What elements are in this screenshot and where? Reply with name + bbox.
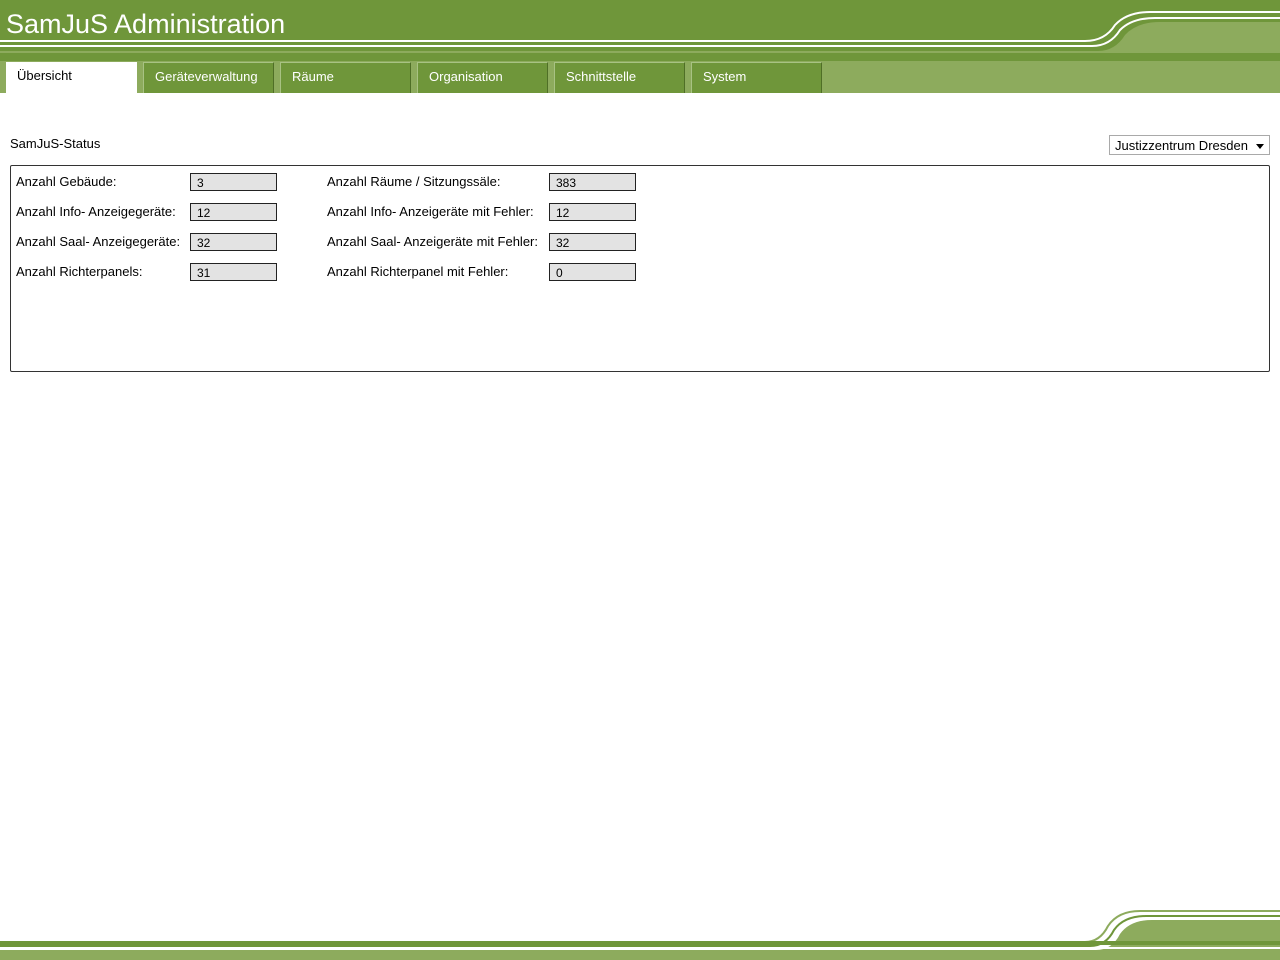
stat-label-richterpanels: Anzahl Richterpanels: [16,264,143,279]
stat-field-info-fehler: 12 [549,203,636,221]
chevron-down-icon [1256,144,1264,149]
tab-organisation[interactable]: Organisation [417,62,548,93]
stat-label-info-geraete: Anzahl Info- Anzeigegeräte: [16,204,176,219]
section-title: SamJuS-Status [10,136,101,151]
stat-label-saal-geraete: Anzahl Saal- Anzeigegeräte: [16,234,181,249]
tab-system[interactable]: System [691,62,822,93]
tab-raeume[interactable]: Räume [280,62,411,93]
stat-field-info-geraete: 12 [190,203,277,221]
tab-geraeteverwaltung[interactable]: Geräteverwaltung [143,62,274,93]
stat-label-gebaeude: Anzahl Gebäude: [16,174,117,189]
stat-label-info-fehler: Anzahl Info- Anzeigeräte mit Fehler: [327,204,534,219]
stat-field-richterpanels: 31 [190,263,277,281]
stat-field-saal-geraete: 32 [190,233,277,251]
stat-label-saal-fehler: Anzahl Saal- Anzeigeräte mit Fehler: [327,234,538,249]
tab-schnittstelle[interactable]: Schnittstelle [554,62,685,93]
stat-field-richterpanel-fehler: 0 [549,263,636,281]
stat-field-saal-fehler: 32 [549,233,636,251]
site-select[interactable]: Justizzentrum Dresden [1109,135,1270,155]
site-select-value: Justizzentrum Dresden [1115,138,1248,153]
app-header: SamJuS Administration [0,0,1280,58]
footer-swoosh-decoration [0,910,1280,960]
tab-uebersicht[interactable]: Übersicht [6,62,137,93]
app-title: SamJuS Administration [6,9,286,39]
stat-field-gebaeude: 3 [190,173,277,191]
stat-label-richterpanel-fehler: Anzahl Richterpanel mit Fehler: [327,264,509,279]
app-footer [0,908,1280,960]
stat-label-raeume: Anzahl Räume / Sitzungssäle: [327,174,501,189]
stat-field-raeume: 383 [549,173,636,191]
